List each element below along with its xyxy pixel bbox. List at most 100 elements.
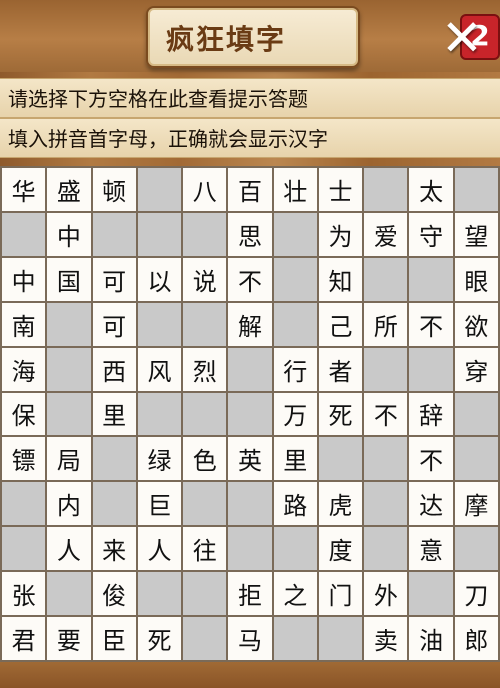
grid-cell[interactable]: 眼: [454, 257, 498, 301]
grid-cell[interactable]: 臣: [92, 617, 136, 660]
grid-cell[interactable]: 己: [318, 302, 363, 346]
grid-cell[interactable]: 穿: [454, 347, 498, 391]
grid-cell-blocked: [183, 212, 227, 256]
grid-cell[interactable]: 刀: [454, 572, 498, 616]
grid-cell[interactable]: 里: [273, 437, 317, 481]
grid-cell[interactable]: 局: [47, 437, 91, 481]
grid-cell[interactable]: 张: [2, 572, 46, 616]
grid-cell-blocked: [318, 617, 363, 660]
grid-cell-blocked: [2, 482, 46, 526]
grid-cell[interactable]: 人: [47, 527, 91, 571]
grid-cell[interactable]: 所: [364, 302, 408, 346]
grid-cell[interactable]: 达: [409, 482, 453, 526]
grid-cell[interactable]: 风: [137, 347, 182, 391]
grid-cell[interactable]: 要: [47, 617, 91, 660]
grid-cell[interactable]: 中: [47, 212, 91, 256]
grid-cell[interactable]: 往: [183, 527, 227, 571]
grid-cell[interactable]: 油: [409, 617, 453, 660]
grid-cell-blocked: [454, 527, 498, 571]
grid-cell[interactable]: 死: [318, 392, 363, 436]
grid-cell[interactable]: 君: [2, 617, 46, 660]
grid-cell[interactable]: 巨: [137, 482, 182, 526]
grid-cell[interactable]: 守: [409, 212, 453, 256]
grid-cell-blocked: [273, 302, 317, 346]
grid-cell[interactable]: 镖: [2, 437, 46, 481]
grid-cell[interactable]: 海: [2, 347, 46, 391]
grid-cell[interactable]: 知: [318, 257, 363, 301]
grid-cell[interactable]: 郎: [454, 617, 498, 660]
grid-cell[interactable]: 为: [318, 212, 363, 256]
grid-cell[interactable]: 辞: [409, 392, 453, 436]
grid-cell[interactable]: 华: [2, 168, 46, 211]
grid-cell[interactable]: 者: [318, 347, 363, 391]
grid-cell[interactable]: 烈: [183, 347, 227, 391]
grid-cell[interactable]: 爱: [364, 212, 408, 256]
grid-cell[interactable]: 度: [318, 527, 363, 571]
grid-cell[interactable]: 死: [137, 617, 182, 660]
grid-cell-blocked: [454, 392, 498, 436]
grid-cell[interactable]: 路: [273, 482, 317, 526]
grid-cell[interactable]: 保: [2, 392, 46, 436]
grid-cell[interactable]: 可: [92, 302, 136, 346]
grid-cell[interactable]: 卖: [364, 617, 408, 660]
grid-cell[interactable]: 之: [273, 572, 317, 616]
grid-cell[interactable]: 不: [409, 302, 453, 346]
grid-cell-blocked: [47, 347, 91, 391]
grid-cell[interactable]: 万: [273, 392, 317, 436]
grid-cell[interactable]: 色: [183, 437, 227, 481]
grid-cell[interactable]: 以: [137, 257, 182, 301]
game-screen: 疯狂填字 2 ✕ 请选择下方空格在此查看提示答题 填入拼音首字母，正确就会显示汉…: [0, 0, 500, 688]
grid-cell[interactable]: 意: [409, 527, 453, 571]
grid-cell[interactable]: 不: [364, 392, 408, 436]
grid-cell[interactable]: 马: [228, 617, 272, 660]
hint-line-2: 填入拼音首字母，正确就会显示汉字: [0, 118, 500, 158]
grid-cell[interactable]: 来: [92, 527, 136, 571]
grid-cell[interactable]: 思: [228, 212, 272, 256]
crossword-grid: 华盛顿八百壮士太中思为爱守望中国可以说不知眼南可解己所不欲海西风烈行者穿保里万死…: [0, 166, 500, 662]
grid-cell-blocked: [454, 168, 498, 211]
grid-cell[interactable]: 士: [318, 168, 363, 211]
grid-cell[interactable]: 南: [2, 302, 46, 346]
grid-cell[interactable]: 里: [92, 392, 136, 436]
grid-cell[interactable]: 英: [228, 437, 272, 481]
grid-cell[interactable]: 外: [364, 572, 408, 616]
grid-cell[interactable]: 不: [409, 437, 453, 481]
grid-cell[interactable]: 百: [228, 168, 272, 211]
grid-cell[interactable]: 壮: [273, 168, 317, 211]
grid-cell-blocked: [137, 168, 182, 211]
grid-cell[interactable]: 解: [228, 302, 272, 346]
grid-cell-blocked: [228, 482, 272, 526]
grid-cell-blocked: [2, 527, 46, 571]
grid-cell[interactable]: 八: [183, 168, 227, 211]
grid-cell-blocked: [318, 437, 363, 481]
grid-cell-blocked: [183, 617, 227, 660]
grid-cell[interactable]: 行: [273, 347, 317, 391]
close-icon[interactable]: ✕: [436, 12, 488, 64]
grid-cell[interactable]: 门: [318, 572, 363, 616]
grid-cell[interactable]: 可: [92, 257, 136, 301]
grid-cell[interactable]: 盛: [47, 168, 91, 211]
grid-cell-blocked: [92, 482, 136, 526]
grid-cell[interactable]: 说: [183, 257, 227, 301]
grid-cell[interactable]: 绿: [137, 437, 182, 481]
grid-cell[interactable]: 摩: [454, 482, 498, 526]
grid-cell-blocked: [228, 392, 272, 436]
grid-cell[interactable]: 人: [137, 527, 182, 571]
grid-cell[interactable]: 拒: [228, 572, 272, 616]
grid-cell-blocked: [364, 482, 408, 526]
grid-cell[interactable]: 不: [228, 257, 272, 301]
grid-cell[interactable]: 内: [47, 482, 91, 526]
grid-cell[interactable]: 望: [454, 212, 498, 256]
grid-cell[interactable]: 西: [92, 347, 136, 391]
grid-cell[interactable]: 顿: [92, 168, 136, 211]
grid-cell-blocked: [137, 212, 182, 256]
grid-cell-blocked: [364, 168, 408, 211]
grid-cell-blocked: [273, 527, 317, 571]
grid-cell[interactable]: 太: [409, 168, 453, 211]
grid-cell[interactable]: 国: [47, 257, 91, 301]
grid-cell-blocked: [228, 527, 272, 571]
grid-cell[interactable]: 中: [2, 257, 46, 301]
grid-cell[interactable]: 虎: [318, 482, 363, 526]
grid-cell[interactable]: 俊: [92, 572, 136, 616]
grid-cell[interactable]: 欲: [454, 302, 498, 346]
